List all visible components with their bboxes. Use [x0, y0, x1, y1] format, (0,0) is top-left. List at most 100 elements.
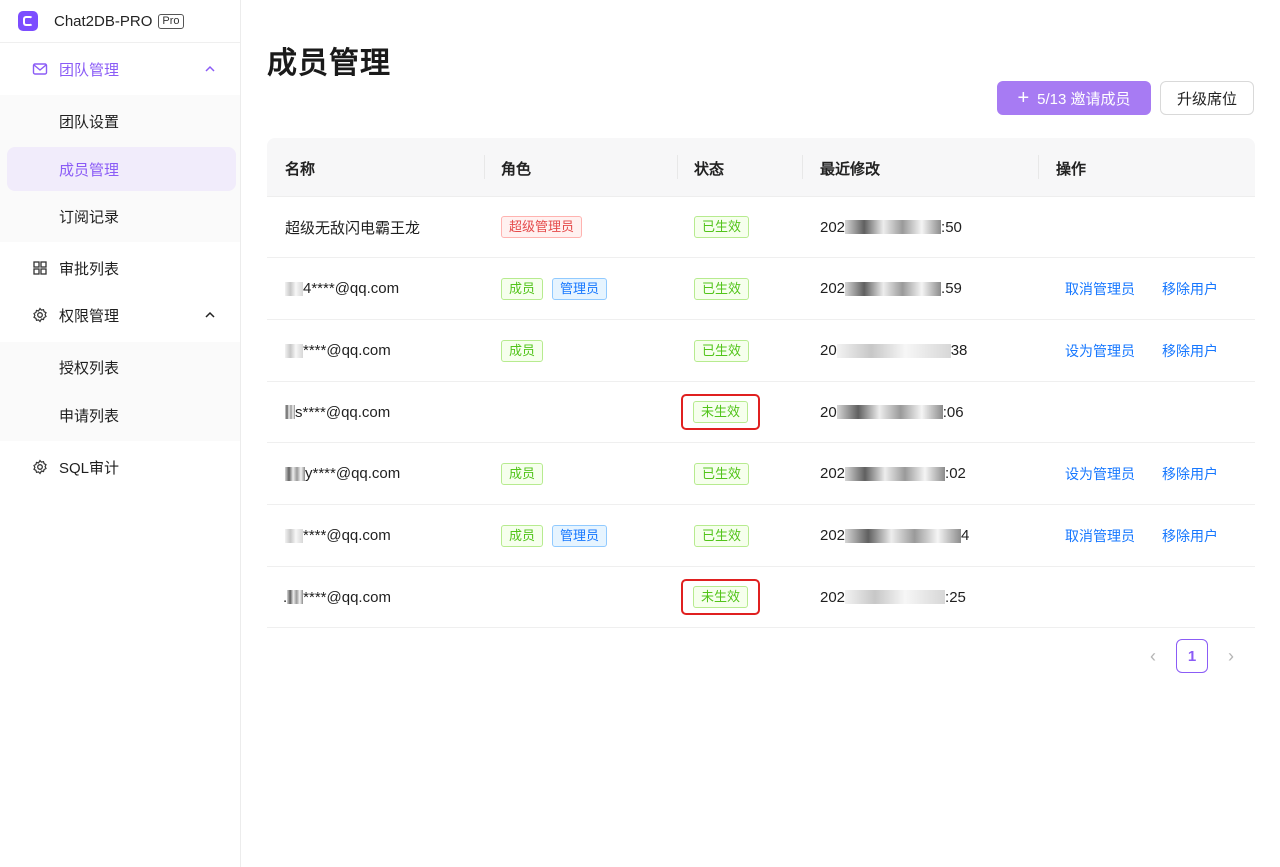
redacted-mask	[845, 466, 946, 481]
status-cell: 未生效	[681, 567, 761, 627]
sidebar-item-label: 团队设置	[59, 113, 120, 131]
team-submenu: 团队设置 成员管理 订阅记录	[0, 95, 240, 242]
modified-cell: 202.59	[820, 258, 962, 319]
revoke-admin-link[interactable]: 取消管理员	[1065, 526, 1135, 546]
member-name: 4****@qq.com	[303, 280, 400, 297]
actions-cell: 取消管理员 移除用户	[1065, 505, 1218, 566]
modified-cell: 202:25	[820, 567, 966, 627]
table-row: 4****@qq.com 成员 管理员 已生效 202.59 取消管理员 移除用户	[267, 258, 1255, 320]
column-divider	[802, 155, 803, 179]
table-row: ****@qq.com 成员 管理员 已生效 202 4 取消管理员 移除用户	[267, 505, 1255, 567]
menu-team-management[interactable]: 团队管理	[0, 45, 240, 93]
chevron-left-icon[interactable]: ‹	[1150, 646, 1176, 667]
status-cell: 已生效	[694, 258, 750, 319]
set-admin-link[interactable]: 设为管理员	[1065, 464, 1135, 484]
role-tag-super-admin: 超级管理员	[501, 216, 583, 238]
page-title: 成员管理	[267, 47, 391, 80]
status-badge: 已生效	[694, 277, 750, 300]
revoke-admin-link[interactable]: 取消管理员	[1065, 279, 1135, 299]
menu-permission-management[interactable]: 权限管理	[0, 291, 240, 339]
pro-badge: Pro	[158, 13, 184, 29]
redacted-mask	[845, 590, 946, 604]
member-name-cell: 超级无敌闪电霸王龙	[285, 197, 420, 257]
column-header-role: 角色	[501, 161, 532, 178]
column-divider	[1038, 155, 1039, 179]
role-tag-admin: 管理员	[552, 524, 608, 547]
member-name-cell: y****@qq.com	[285, 443, 400, 504]
redacted-mask	[285, 528, 303, 543]
sidebar-item-label: 订阅记录	[59, 208, 120, 226]
column-divider	[484, 155, 485, 179]
upgrade-seats-button[interactable]: 升级席位	[1160, 81, 1254, 115]
role-tag-member: 成员	[501, 524, 544, 547]
member-name: ****@qq.com	[303, 527, 391, 544]
sidebar-item-team-settings[interactable]: 团队设置	[0, 99, 240, 143]
gear-icon	[32, 459, 48, 475]
member-name-cell: ****@qq.com	[285, 505, 391, 566]
brand[interactable]: Chat2DB-PRO Pro	[18, 10, 184, 32]
modified-prefix: 20	[820, 342, 837, 359]
redacted-mask	[845, 528, 962, 543]
redacted-mask	[287, 590, 304, 604]
modified-cell: 20:06	[820, 382, 964, 442]
modified-prefix: 202	[820, 280, 846, 297]
status-cell: 已生效	[694, 505, 750, 566]
status-badge: 已生效	[694, 462, 750, 485]
modified-suffix: 38	[950, 342, 968, 359]
permission-submenu: 授权列表 申请列表	[0, 342, 240, 441]
sidebar-item-subscription-records[interactable]: 订阅记录	[0, 194, 240, 238]
remove-user-link[interactable]: 移除用户	[1162, 464, 1218, 484]
modified-suffix: .59	[941, 280, 962, 297]
status-cell: 已生效	[694, 443, 750, 504]
sidebar-item-application-list[interactable]: 申请列表	[0, 393, 240, 437]
role-tag-member: 成员	[501, 462, 544, 485]
invite-member-button[interactable]: + 5/13 邀请成员	[997, 81, 1151, 115]
table-row: . ****@qq.com 未生效 202:25	[267, 567, 1255, 628]
actions-cell: 设为管理员 移除用户	[1065, 443, 1218, 504]
table-header: 名称 角色 状态 最近修改 操作	[267, 138, 1255, 197]
plus-icon: +	[1017, 87, 1030, 109]
modified-suffix: :50	[941, 218, 962, 236]
member-name: ****@qq.com	[303, 588, 391, 606]
sidebar-item-label: 授权列表	[59, 359, 120, 377]
modified-suffix: :25	[945, 588, 966, 606]
set-admin-link[interactable]: 设为管理员	[1065, 341, 1135, 361]
pagination: ‹ 1 ›	[1136, 638, 1248, 674]
menu-sql-audit[interactable]: SQL审计	[0, 443, 240, 491]
role-cell: 成员 管理员	[501, 505, 616, 566]
modified-suffix: :06	[942, 403, 964, 421]
menu-sql-audit-label: SQL审计	[59, 459, 120, 477]
sidebar-item-member-management[interactable]: 成员管理	[7, 147, 236, 191]
modified-cell: 20 38	[820, 320, 967, 381]
sidebar-item-authorization-list[interactable]: 授权列表	[0, 345, 240, 389]
member-name: y****@qq.com	[305, 465, 401, 482]
modified-prefix: 202	[820, 218, 846, 236]
redacted-mask	[285, 343, 303, 358]
menu-team-management-label: 团队管理	[59, 61, 120, 79]
remove-user-link[interactable]: 移除用户	[1162, 341, 1218, 361]
status-badge: 已生效	[694, 216, 750, 238]
member-name: 超级无敌闪电霸王龙	[285, 219, 421, 237]
status-cell: 未生效	[681, 382, 761, 442]
table-row: ****@qq.com 成员 已生效 20 38 设为管理员 移除用户	[267, 320, 1255, 382]
mail-icon	[32, 61, 48, 77]
member-name-cell: . ****@qq.com	[283, 567, 391, 627]
invite-member-label: 5/13 邀请成员	[1037, 90, 1131, 108]
status-highlight-box: 未生效	[681, 579, 761, 615]
members-table: 名称 角色 状态 最近修改 操作 超级无敌闪电霸王龙 超级管理员 已生效 202…	[267, 138, 1255, 628]
redacted-mask	[836, 343, 951, 358]
role-cell: 成员	[501, 320, 552, 381]
column-header-actions: 操作	[1056, 161, 1087, 178]
chevron-right-icon[interactable]: ›	[1208, 646, 1234, 667]
menu-approval-list[interactable]: 审批列表	[0, 244, 240, 292]
remove-user-link[interactable]: 移除用户	[1162, 279, 1218, 299]
chevron-up-icon[interactable]	[204, 63, 216, 75]
status-badge: 已生效	[694, 524, 750, 547]
sidebar-item-label: 成员管理	[59, 161, 120, 179]
page-number-button[interactable]: 1	[1176, 639, 1208, 673]
column-divider	[677, 155, 678, 179]
chevron-up-icon[interactable]	[204, 309, 216, 321]
remove-user-link[interactable]: 移除用户	[1162, 526, 1218, 546]
role-tag-member: 成员	[501, 277, 544, 300]
modified-cell: 202 4	[820, 505, 969, 566]
